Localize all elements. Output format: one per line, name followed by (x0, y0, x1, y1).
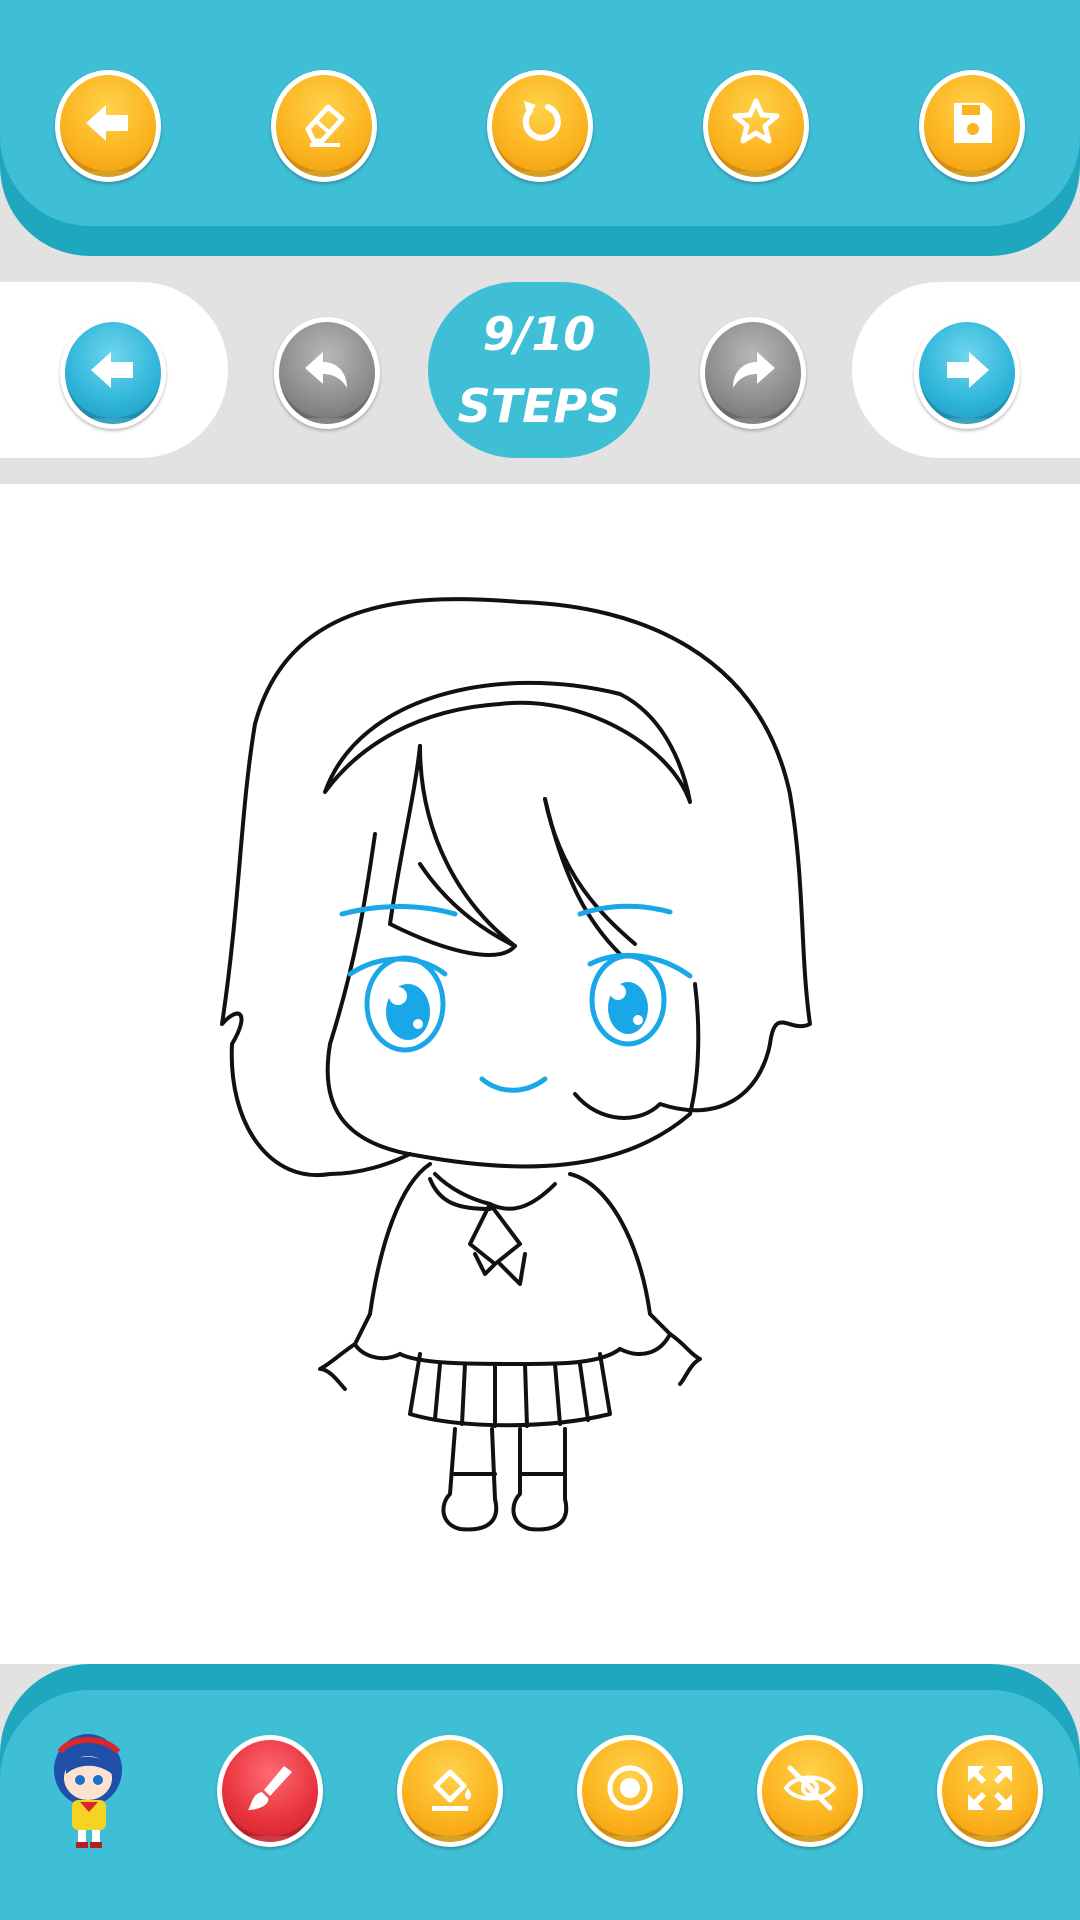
chibi-girl-thumbnail (54, 1734, 122, 1848)
hide-guide-button-face (762, 1740, 858, 1842)
save-button-face (924, 75, 1020, 177)
undo-button-face (279, 322, 375, 424)
steps-current: 9/10 (482, 307, 596, 361)
arrow-left-icon (91, 352, 133, 388)
reset-button[interactable] (487, 70, 593, 182)
save-button[interactable] (919, 70, 1025, 182)
bottom-toolbar (0, 1664, 1080, 1920)
fullscreen-button[interactable] (937, 1735, 1043, 1847)
refresh-icon (522, 101, 561, 141)
next-step-button-face (919, 322, 1015, 424)
undo-icon (305, 352, 347, 388)
fullscreen-button-face (942, 1740, 1038, 1842)
redo-button-face (705, 322, 801, 424)
redo-icon (733, 352, 775, 388)
paint-bucket-icon (432, 1769, 471, 1811)
fill-button-face (402, 1740, 498, 1842)
bottom-toolbar-surface (0, 1690, 1080, 1920)
hide-guide-button[interactable] (757, 1735, 863, 1847)
fill-button[interactable] (397, 1735, 503, 1847)
undo-button[interactable] (274, 317, 380, 429)
circle-icon (607, 1765, 653, 1811)
paintbrush-icon (248, 1766, 292, 1810)
chibi-girl-drawing (220, 597, 812, 1532)
reset-button-face (492, 75, 588, 177)
back-button-face (60, 75, 156, 177)
expand-icon (968, 1766, 1012, 1810)
brush-button-face (222, 1740, 318, 1842)
floppy-disk-icon (954, 103, 992, 143)
eye-off-icon (783, 1765, 837, 1811)
steps-label: STEPS (457, 379, 621, 433)
favorite-button[interactable] (703, 70, 809, 182)
eraser-button[interactable] (271, 70, 377, 182)
favorite-button-face (708, 75, 804, 177)
star-icon (732, 98, 780, 144)
arrow-right-icon (947, 352, 989, 388)
brush-size-button-face (582, 1740, 678, 1842)
brush-size-button[interactable] (577, 1735, 683, 1847)
character-thumbnail[interactable] (40, 1730, 140, 1854)
steps-counter: 9/10 STEPS (428, 282, 650, 458)
back-button[interactable] (55, 70, 161, 182)
next-step-button[interactable] (914, 317, 1020, 429)
eraser-button-face (276, 75, 372, 177)
prev-step-button[interactable] (60, 317, 166, 429)
prev-step-button-face (65, 322, 161, 424)
arrow-left-icon (86, 105, 128, 141)
drawing-canvas[interactable] (0, 484, 1080, 1664)
brush-button[interactable] (217, 1735, 323, 1847)
redo-button[interactable] (700, 317, 806, 429)
eraser-icon (305, 104, 345, 147)
